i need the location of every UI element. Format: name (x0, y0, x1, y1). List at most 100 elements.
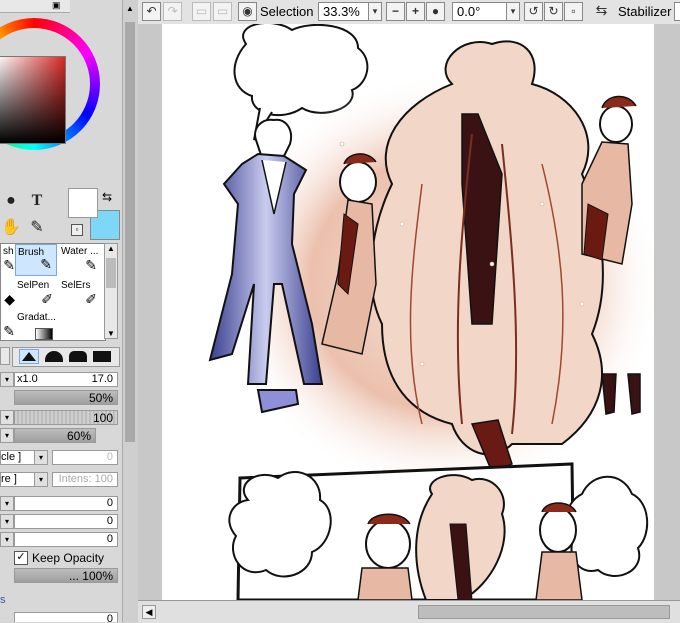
blend-row-2: ▾ 0 (0, 514, 118, 530)
tool-panel-scrollbar[interactable]: ▲ (122, 0, 139, 622)
zoom-in-button[interactable]: + (406, 2, 425, 21)
hand-tool-icon[interactable]: ✋ (0, 216, 22, 238)
opacity-value: 60% (66, 429, 91, 443)
scroll-up-icon[interactable]: ▲ (107, 244, 115, 253)
density-value: 50% (88, 391, 113, 405)
brush-slot-pen[interactable]: ✎ (1, 310, 15, 342)
tool-panel-scroll-thumb[interactable] (125, 22, 135, 442)
saturation-value-box[interactable] (0, 56, 66, 144)
canvas-area[interactable] (138, 24, 680, 600)
scroll-left-icon[interactable]: ◀ (142, 605, 156, 619)
brush-grid-scrollbar[interactable]: ▲ ▼ (104, 243, 118, 339)
zoom-select[interactable]: 33.3% (318, 2, 370, 21)
brush-label: Water ... (61, 246, 99, 257)
brush-shape-field-value: 0 (106, 451, 113, 463)
brush-slot-airbrush[interactable]: sh ✎ (1, 244, 15, 276)
stabilizer-select[interactable]: 1 (674, 2, 680, 21)
shape-prev-button[interactable] (0, 347, 10, 365)
blend-3-dropdown[interactable]: ▾ (0, 532, 14, 547)
shape-triangle-selected[interactable] (19, 349, 39, 364)
invert-selection-button[interactable]: ▭ (213, 2, 232, 21)
opacity-slider[interactable]: 60% (14, 428, 96, 443)
brush-size-row: ▾ x1.0 17.0 (0, 372, 118, 388)
scroll-down-icon[interactable]: ▼ (107, 329, 115, 338)
brush-size-field[interactable]: x1.0 17.0 (14, 372, 118, 387)
text-tool-icon[interactable]: T (26, 190, 48, 212)
shape-soft[interactable] (69, 351, 87, 362)
brush-slot-brush[interactable]: Brush ✎ (15, 244, 57, 276)
water-brush-icon: ✎ (85, 257, 97, 273)
shape-round[interactable] (45, 351, 63, 362)
min-size-value: 100 (92, 411, 113, 425)
eyedropper-icon[interactable]: ✎ (26, 216, 48, 238)
brush-grid-scroll-thumb[interactable] (106, 258, 116, 288)
brush-shape-value: cle ] (1, 451, 22, 463)
swap-colors-icon[interactable]: ⇆ (102, 190, 112, 204)
rotate-left-button[interactable]: ↺ (524, 2, 543, 21)
blend-row-1: ▾ 0 (0, 496, 118, 512)
brush-slot-gradation[interactable]: Gradat... (15, 310, 57, 342)
panel-menu-icon[interactable]: ▣ (52, 0, 61, 11)
rotation-select[interactable]: 0.0° (452, 2, 508, 21)
rotate-right-button[interactable]: ↻ (544, 2, 563, 21)
blend-2-value: 0 (106, 515, 113, 527)
flip-horizontal-icon[interactable]: ⇆ (592, 2, 611, 21)
zoom-dropdown-arrow[interactable]: ▾ (368, 2, 382, 21)
min-size-slider[interactable]: 100 (14, 410, 118, 425)
zoom-out-button[interactable]: − (386, 2, 405, 21)
advanced-field[interactable]: 0 (14, 612, 118, 622)
keep-opacity-slider[interactable]: ... 100% (14, 568, 118, 583)
brush-slot-water[interactable]: Water ... ✎ (59, 244, 101, 276)
opacity-dropdown[interactable]: ▾ (0, 428, 14, 443)
scroll-up-icon[interactable]: ▲ (126, 4, 134, 13)
transparent-color-icon[interactable]: ▫ (71, 224, 83, 236)
size-multiplier: x1.0 (17, 373, 38, 385)
blend-3-field[interactable]: 0 (14, 532, 118, 547)
drawing-canvas[interactable] (162, 24, 654, 600)
redo-button[interactable]: ↷ (163, 2, 182, 21)
keep-opacity-slider-row: ... 100% (0, 568, 118, 584)
keep-opacity-label: Keep Opacity (32, 551, 105, 565)
undo-button[interactable]: ↶ (142, 2, 161, 21)
min-size-row: ▾ 100 (0, 410, 118, 426)
rotation-dropdown-arrow[interactable]: ▾ (506, 2, 520, 21)
texture-dropdown-arrow[interactable]: ▾ (34, 472, 48, 487)
min-size-dropdown[interactable]: ▾ (0, 410, 14, 425)
deselect-button[interactable]: ▭ (192, 2, 211, 21)
size-mode-dropdown[interactable]: ▾ (0, 372, 14, 387)
brush-shape-dropdown-row: cle ] ▾ 0 (0, 450, 118, 466)
selection-label: Selection (260, 4, 314, 19)
density-slider[interactable]: 50% (14, 390, 118, 405)
canvas-toolbar: ↶ ↷ ▭ ▭ ◉ Selection 33.3% ▾ − + ● 0.0° ▾… (138, 0, 680, 25)
zoom-reset-button[interactable]: ● (426, 2, 445, 21)
density-row: 50% (0, 390, 118, 406)
shape-square[interactable] (93, 351, 111, 362)
blend-2-dropdown[interactable]: ▾ (0, 514, 14, 529)
keep-opacity-value: ... 100% (68, 569, 113, 583)
eye-icon[interactable]: ◉ (238, 2, 257, 21)
artwork (208, 24, 654, 600)
blend-1-field[interactable]: 0 (14, 496, 118, 511)
brush-slot-eraser[interactable]: ◆ (1, 278, 15, 310)
texture-intensity-value: Intens: 100 (58, 473, 113, 485)
blend-2-field[interactable]: 0 (14, 514, 118, 529)
blend-3-value: 0 (106, 533, 113, 545)
brush-shape-disabled-field: 0 (52, 450, 118, 465)
opacity-row: ▾ 60% (0, 428, 118, 444)
selpen-icon: ✐ (41, 291, 53, 307)
blend-1-dropdown[interactable]: ▾ (0, 496, 14, 511)
canvas-scroll-thumb[interactable] (418, 605, 670, 619)
canvas-horizontal-scrollbar[interactable]: ◀ (138, 600, 680, 623)
main-color-swatch[interactable] (68, 188, 98, 218)
shape-tool-icon[interactable]: ● (0, 190, 22, 212)
brush-shape-select[interactable]: cle ] (0, 450, 36, 465)
blend-row-3: ▾ 0 (0, 532, 118, 548)
airbrush-icon: ✎ (3, 257, 15, 273)
brush-shape-dropdown-arrow[interactable]: ▾ (34, 450, 48, 465)
brush-slot-selpen[interactable]: SelPen ✐ (15, 278, 57, 310)
pen-icon: ✎ (3, 323, 15, 339)
texture-select[interactable]: re ] (0, 472, 36, 487)
keep-opacity-checkbox[interactable]: ✓ (14, 551, 28, 565)
rotation-reset-button[interactable]: ▫ (564, 2, 583, 21)
brush-slot-selers[interactable]: SelErs ✐ (59, 278, 101, 310)
